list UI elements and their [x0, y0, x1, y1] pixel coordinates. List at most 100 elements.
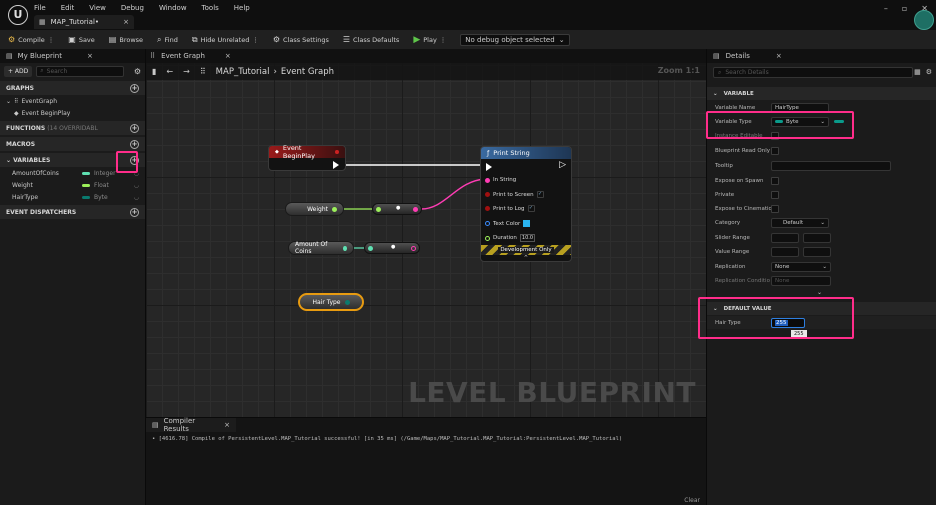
blueprint-icon: ▤: [6, 52, 13, 60]
collapse-chevron-icon[interactable]: ⌃: [523, 254, 529, 262]
eye-icon[interactable]: ◡: [134, 182, 139, 189]
private-checkbox[interactable]: [771, 190, 779, 199]
tooltip-field[interactable]: [771, 160, 891, 171]
class-settings-button[interactable]: ⚙ Class Settings: [273, 35, 329, 44]
float-pin-icon[interactable]: [332, 206, 337, 212]
map-icon: ▦: [39, 18, 46, 26]
settings-gear-icon[interactable]: ⚙: [134, 67, 141, 76]
string-out-pin[interactable]: [411, 246, 416, 251]
event-dispatchers-section[interactable]: EVENT DISPATCHERS +: [0, 205, 145, 219]
class-defaults-button[interactable]: ☰ Class Defaults: [343, 35, 399, 44]
add-macro-icon[interactable]: +: [130, 139, 139, 149]
exec-in-pin[interactable]: [486, 163, 492, 171]
advanced-chevron-icon[interactable]: ⌄: [817, 289, 822, 296]
event-begin-play-item[interactable]: ◆ Event BeginPlay: [0, 107, 145, 119]
menu-tools[interactable]: Tools: [202, 4, 219, 12]
expose-to-cinematics-checkbox[interactable]: [771, 204, 779, 213]
save-button[interactable]: ▣ Save: [68, 35, 95, 44]
hair-type-variable-node[interactable]: Hair Type: [298, 293, 364, 311]
int-to-string-node[interactable]: ●: [364, 242, 420, 254]
play-button[interactable]: ▶ Play ⋮: [413, 35, 446, 45]
blueprint-read-only-checkbox[interactable]: [771, 146, 779, 155]
add-function-icon[interactable]: +: [130, 123, 139, 133]
avatar[interactable]: [914, 10, 934, 30]
debug-object-select[interactable]: No debug object selected ⌄: [460, 33, 570, 46]
amount-of-coins-variable-node[interactable]: Amount Of Coins: [288, 241, 354, 255]
event-begin-play-title: Event BeginPlay: [282, 144, 315, 160]
in-string-pin[interactable]: In String: [485, 177, 516, 183]
menu-edit[interactable]: Edit: [61, 4, 75, 12]
add-graph-icon[interactable]: +: [130, 83, 139, 93]
close-tab-icon[interactable]: ×: [123, 18, 129, 26]
int-pin-icon[interactable]: [342, 245, 347, 251]
functions-section[interactable]: FUNCTIONS (14 OVERRIDABL +: [0, 121, 145, 135]
add-event-dispatcher-icon[interactable]: +: [130, 207, 139, 217]
find-button[interactable]: ⌕ Find: [157, 35, 178, 45]
hide-unrelated-button[interactable]: ⧉ Hide Unrelated ⋮: [192, 35, 259, 45]
variable-section-header[interactable]: ⌄ VARIABLE: [707, 87, 936, 100]
delegate-pin[interactable]: [335, 150, 339, 154]
macros-section[interactable]: MACROS +: [0, 137, 145, 151]
replication-dropdown[interactable]: None ⌄: [771, 261, 831, 272]
my-blueprint-tab[interactable]: ▤ My Blueprint ×: [0, 49, 145, 63]
event-begin-play-node[interactable]: ◆ Event BeginPlay: [268, 144, 346, 171]
value-range-min-field[interactable]: [771, 246, 799, 257]
variable-item[interactable]: Weight Float ◡: [0, 179, 145, 191]
details-search-input[interactable]: ⌕ Search Details: [713, 67, 913, 78]
details-tab[interactable]: ▤ Details ×: [707, 49, 936, 63]
close-icon[interactable]: ×: [87, 52, 93, 60]
replication-condition-dropdown[interactable]: None: [771, 275, 831, 286]
minimize-icon[interactable]: –: [884, 4, 888, 13]
category-dropdown[interactable]: Default ⌄: [771, 217, 829, 228]
category-label: Category: [715, 219, 741, 226]
exec-out-pin[interactable]: [333, 161, 339, 169]
variable-item[interactable]: HairType Byte ◡: [0, 191, 145, 203]
event-graph-item[interactable]: ⌄ ⠿ EventGraph: [0, 95, 145, 107]
menu-view[interactable]: View: [89, 4, 106, 12]
hide-unrelated-options-icon[interactable]: ⋮: [252, 36, 259, 44]
variables-label: VARIABLES: [13, 156, 51, 164]
blueprint-search-input[interactable]: ⌕ Search: [36, 65, 125, 77]
menu-file[interactable]: File: [34, 4, 46, 12]
close-details-tab-icon[interactable]: ×: [776, 52, 782, 60]
compiler-results-tab[interactable]: ▤ Compiler Results ×: [146, 417, 236, 433]
add-button[interactable]: + ADD: [4, 65, 33, 77]
graphs-section[interactable]: GRAPHS +: [0, 81, 145, 95]
int-in-pin[interactable]: [368, 246, 373, 251]
slider-range-min-field[interactable]: [771, 232, 799, 243]
text-color-swatch[interactable]: [523, 220, 531, 227]
menu-window[interactable]: Window: [159, 4, 187, 12]
duration-value-field[interactable]: 10.0: [519, 234, 536, 242]
grid-view-icon[interactable]: ▦: [914, 68, 921, 76]
print-to-log-pin[interactable]: Print to Log ✓: [485, 205, 535, 212]
exec-out-pin-outline[interactable]: ▷: [559, 160, 566, 170]
restore-icon[interactable]: ▫: [902, 4, 907, 13]
print-to-log-checkbox[interactable]: ✓: [527, 205, 535, 212]
duration-pin[interactable]: Duration 10.0: [485, 234, 536, 242]
eye-icon[interactable]: ◡: [134, 194, 139, 201]
unreal-logo-icon[interactable]: U: [8, 5, 28, 25]
expose-on-spawn-checkbox[interactable]: [771, 176, 779, 185]
compile-options-icon[interactable]: ⋮: [48, 36, 55, 44]
menu-debug[interactable]: Debug: [121, 4, 144, 12]
settings-gear-icon[interactable]: ⚙: [926, 68, 932, 76]
slider-range-max-field[interactable]: [803, 232, 831, 243]
value-range-max-field[interactable]: [803, 246, 831, 257]
byte-pin-icon[interactable]: [344, 299, 350, 305]
close-compiler-tab-icon[interactable]: ×: [224, 421, 230, 429]
print-to-screen-checkbox[interactable]: ✓: [536, 191, 544, 198]
weight-variable-node[interactable]: Weight: [285, 202, 344, 216]
text-color-pin[interactable]: Text Color: [485, 220, 531, 227]
clear-button[interactable]: Clear: [684, 497, 700, 504]
document-tab[interactable]: ▦ MAP_Tutorial• ×: [34, 15, 134, 29]
event-graph-canvas[interactable]: ⠿ Event Graph × ▮ ← → ⠿ MAP_Tutorial › E…: [146, 49, 706, 417]
print-to-screen-pin[interactable]: Print to Screen ✓: [485, 191, 544, 198]
browse-button[interactable]: ▤ Browse: [109, 35, 143, 44]
menu-help[interactable]: Help: [234, 4, 250, 12]
print-string-node[interactable]: ƒ Print String ▷ In String Print to Scre…: [480, 146, 572, 262]
float-in-pin[interactable]: [376, 207, 381, 212]
float-to-string-node[interactable]: ●: [372, 203, 422, 215]
compile-button[interactable]: ⚙ Compile ⋮: [8, 35, 54, 44]
string-out-pin[interactable]: [413, 207, 418, 212]
play-options-icon[interactable]: ⋮: [440, 36, 447, 44]
